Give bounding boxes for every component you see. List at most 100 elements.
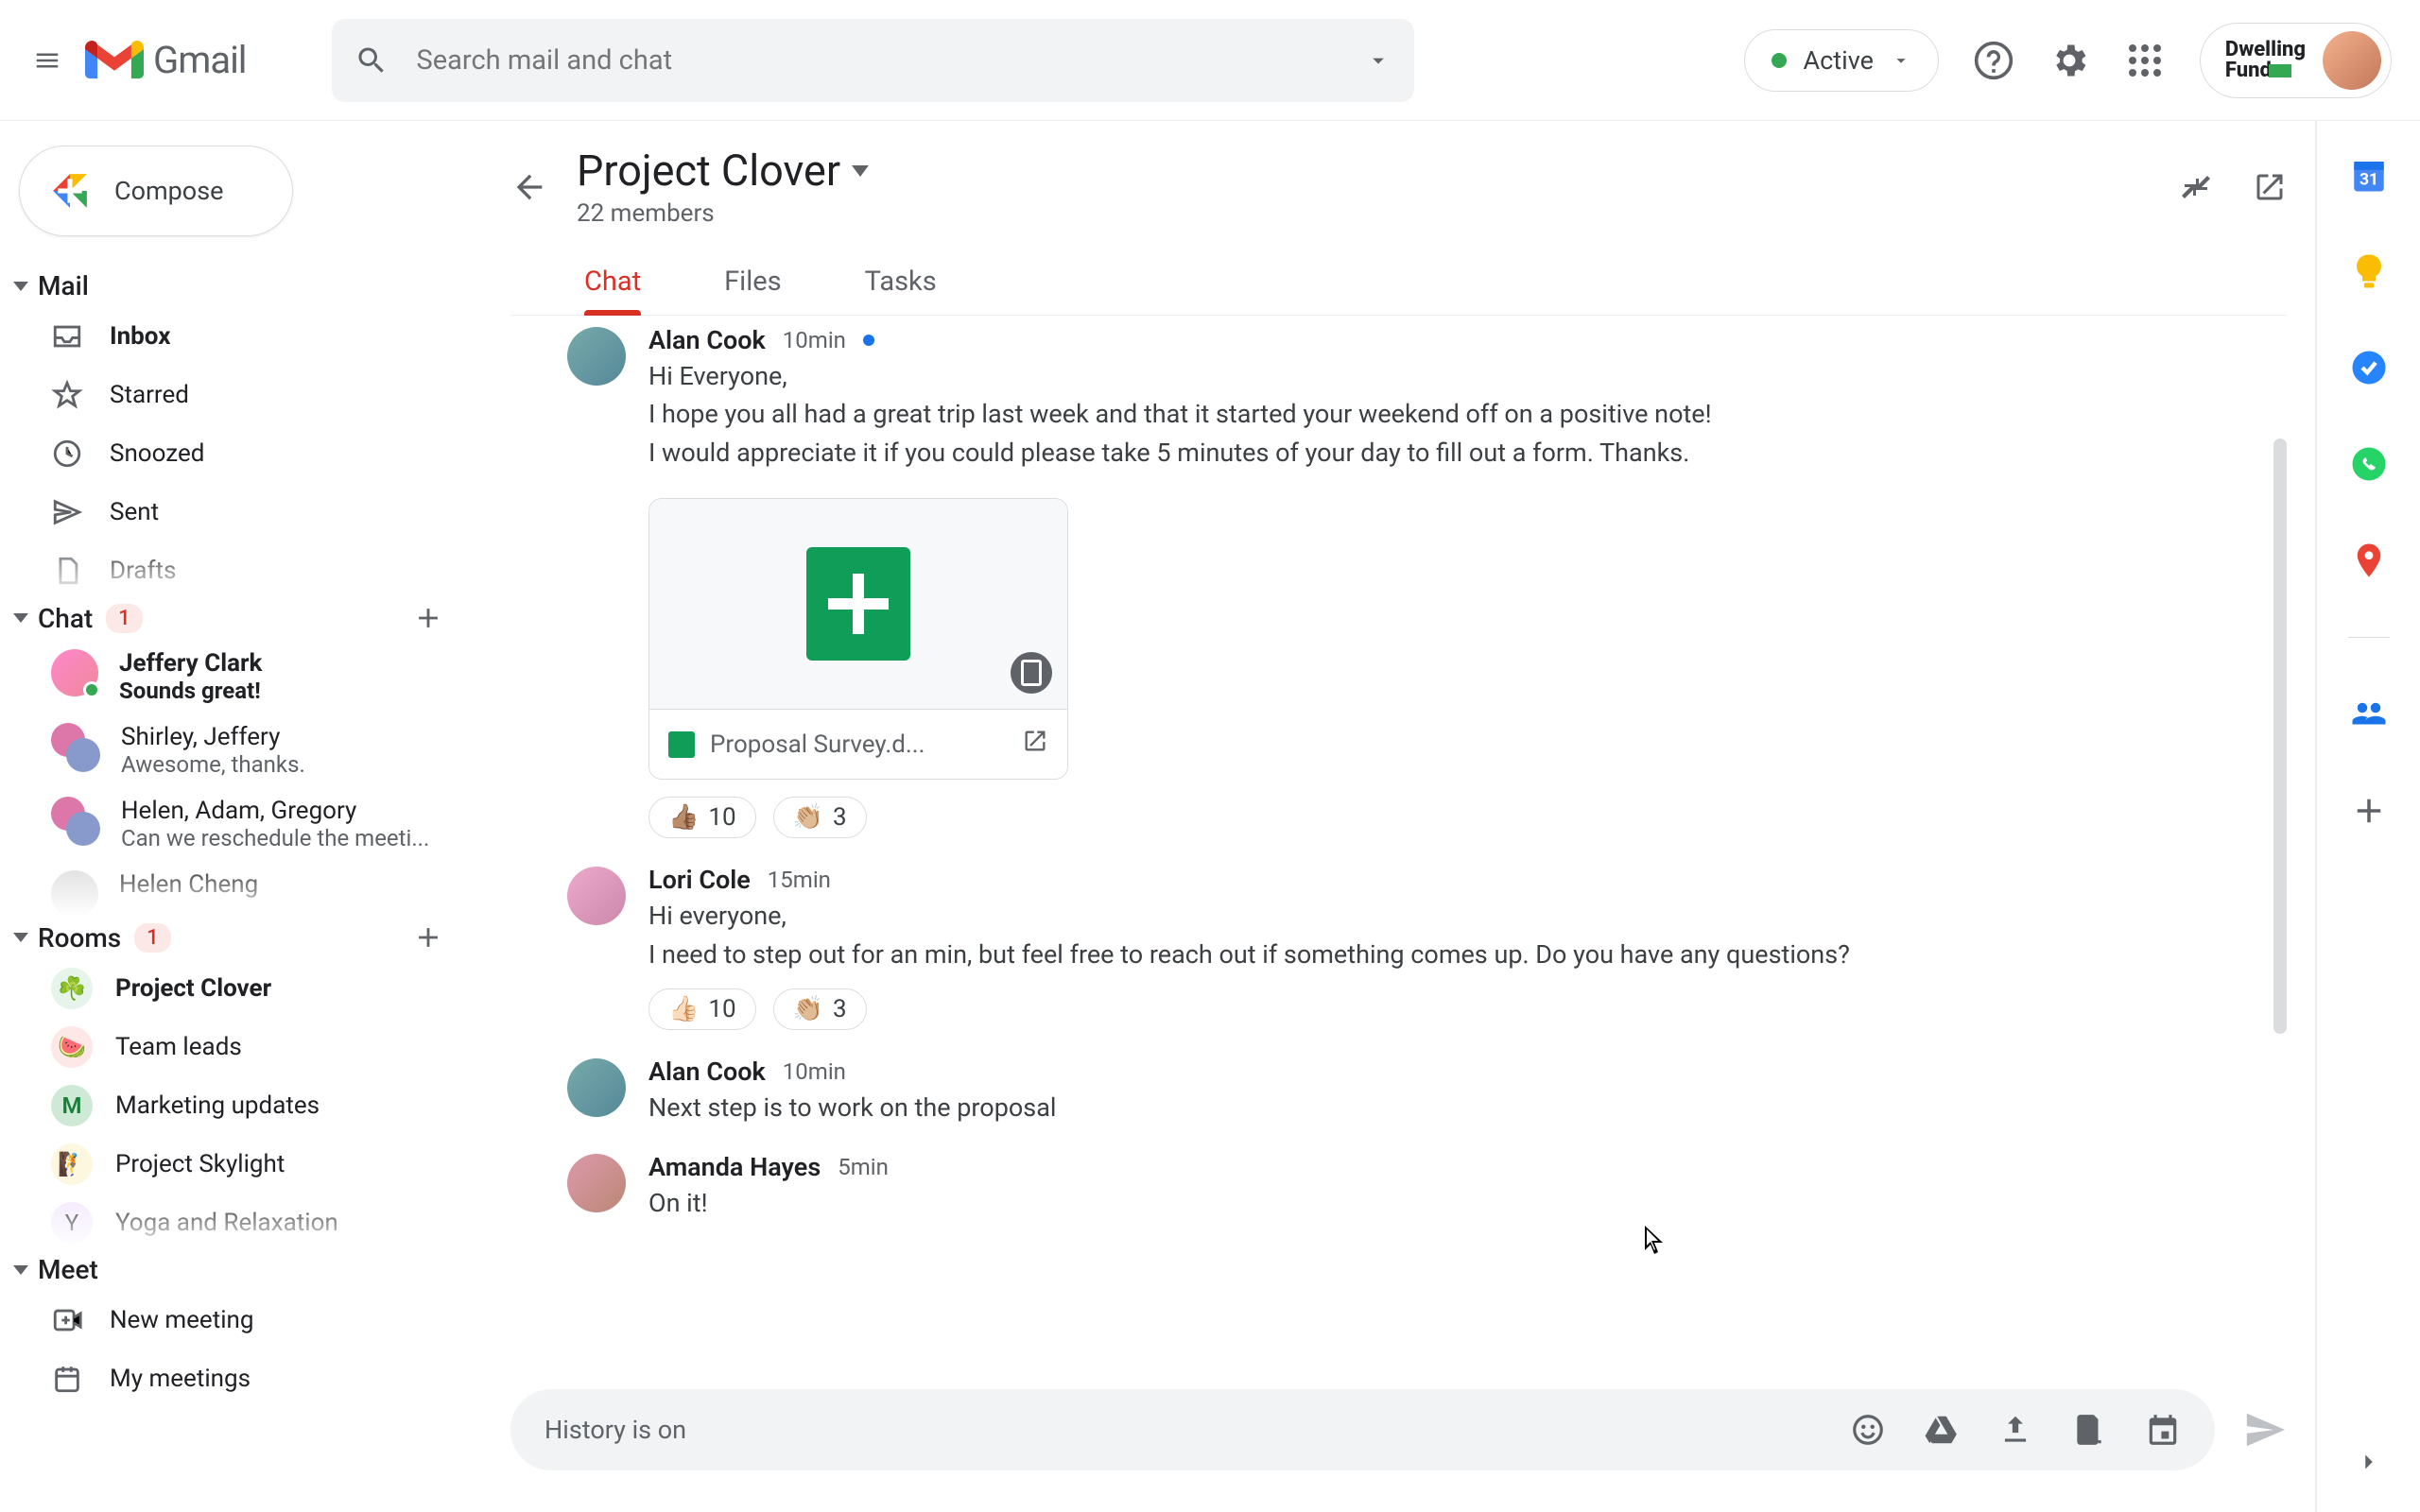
composer-hint: History is on (544, 1415, 686, 1445)
message-text: I hope you all had a great trip last wee… (648, 397, 2287, 431)
chat-item[interactable]: Helen, Adam, GregoryCan we reschedule th… (13, 787, 473, 861)
open-new-window-icon[interactable] (2253, 170, 2287, 204)
author-avatar[interactable] (567, 1058, 626, 1117)
rail-tasks[interactable] (2349, 348, 2389, 387)
message-text: Hi Everyone, (648, 359, 2287, 393)
compose-plus-icon (48, 169, 92, 213)
gmail-icon (85, 38, 144, 83)
gear-icon (2048, 40, 2090, 81)
chat-item-fade: Helen Cheng (13, 861, 473, 918)
message-text: On it! (648, 1186, 2287, 1220)
chevron-right-icon (2355, 1448, 2383, 1476)
rail-collapse[interactable] (2355, 1448, 2383, 1480)
attachment-card[interactable]: Proposal Survey.d... (648, 498, 1068, 780)
section-mail-header[interactable]: Mail (13, 270, 473, 307)
emoji-icon[interactable] (1850, 1412, 1886, 1448)
company-line2: Fund (2225, 60, 2272, 81)
message: Amanda Hayes 5min On it! (567, 1152, 2287, 1220)
room-title[interactable]: Project Clover (577, 146, 869, 196)
calendar-icon (51, 1363, 83, 1395)
company-accent-icon (2269, 64, 2291, 77)
meet-new-meeting[interactable]: New meeting (13, 1291, 473, 1349)
sidebar: Compose Mail InboxStarredSnoozedSent Dra… (0, 121, 473, 1512)
meet-my-meetings[interactable]: My meetings (13, 1349, 473, 1408)
compose-button[interactable]: Compose (19, 146, 293, 236)
nav-inbox[interactable]: Inbox (13, 307, 473, 366)
room-item-fade: YYoga and Relaxation (13, 1194, 473, 1250)
rail-maps[interactable] (2349, 541, 2389, 580)
new-indicator-icon (863, 335, 874, 346)
message-composer[interactable]: History is on (510, 1389, 2215, 1470)
tab-chat[interactable]: Chat (584, 256, 641, 315)
author-avatar[interactable] (567, 867, 626, 925)
send-icon (51, 496, 83, 528)
author-name: Amanda Hayes (648, 1152, 821, 1182)
gmail-logo[interactable]: Gmail (85, 38, 247, 83)
account-avatar[interactable] (2323, 31, 2381, 90)
keep-icon (2349, 251, 2389, 291)
chevron-down-icon (852, 165, 869, 177)
chat-item[interactable]: Shirley, JefferyAwesome, thanks. (13, 713, 473, 787)
room-emoji-icon: 🧗 (51, 1143, 93, 1185)
room-item[interactable]: 🍉Team leads (13, 1018, 473, 1076)
room-subtitle: 22 members (577, 199, 869, 228)
hamburger-menu[interactable] (28, 42, 66, 79)
rail-add[interactable] (2349, 791, 2389, 831)
room-item[interactable]: MMarketing updates (13, 1076, 473, 1135)
tab-files[interactable]: Files (724, 256, 781, 315)
settings-button[interactable] (2048, 40, 2090, 81)
rail-people[interactable] (2349, 695, 2389, 734)
nav-snoozed[interactable]: Snoozed (13, 424, 473, 483)
account-chip[interactable]: Dwelling Fund (2200, 23, 2392, 98)
section-chat-header[interactable]: Chat1 (13, 602, 473, 640)
reaction-chip[interactable]: 👍🏻10 (648, 988, 756, 1030)
svg-text:31: 31 (2359, 171, 2377, 190)
reaction-chip[interactable]: 👍🏽10 (648, 797, 756, 838)
open-attachment[interactable] (1022, 728, 1048, 761)
collapse-icon (13, 282, 28, 291)
upload-icon[interactable] (1997, 1412, 2033, 1448)
room-item[interactable]: ☘️Project Clover (13, 959, 473, 1018)
section-meet-header[interactable]: Meet (13, 1254, 473, 1291)
plus-icon (2349, 791, 2389, 831)
reactions: 👍🏻10 👏🏼3 (648, 988, 2287, 1030)
clock-icon (51, 438, 83, 470)
collapse-icon (13, 1265, 28, 1275)
message: Alan Cook10minNext step is to work on th… (567, 1057, 2287, 1125)
help-button[interactable] (1973, 40, 2014, 81)
send-button[interactable] (2243, 1408, 2287, 1452)
collapse-icon[interactable] (2179, 170, 2213, 204)
rail-calendar[interactable]: 31 (2349, 155, 2389, 195)
new-chat-icon[interactable] (412, 602, 444, 634)
author-avatar[interactable] (567, 1154, 626, 1212)
scrollbar-thumb[interactable] (2273, 438, 2287, 1034)
open-new-icon (1022, 728, 1048, 754)
reaction-chip[interactable]: 👏🏼3 (773, 797, 867, 838)
nav-drafts-fade: Drafts (13, 541, 473, 598)
new-room-icon[interactable] (412, 921, 444, 954)
tab-tasks[interactable]: Tasks (865, 256, 937, 315)
status-chip[interactable]: Active (1744, 29, 1939, 92)
collapse-icon (13, 613, 28, 623)
search-bar[interactable] (332, 19, 1414, 102)
search-input[interactable] (417, 44, 1365, 77)
message-time: 5min (838, 1154, 889, 1180)
message-list[interactable]: Alan Cook10minHi Everyone,I hope you all… (510, 316, 2287, 1370)
back-button[interactable] (510, 168, 548, 206)
reaction-chip[interactable]: 👏🏼3 (773, 988, 867, 1030)
nav-sent[interactable]: Sent (13, 483, 473, 541)
google-apps-button[interactable] (2124, 40, 2166, 81)
nav-starred[interactable]: Starred (13, 366, 473, 424)
author-avatar[interactable] (567, 327, 626, 386)
message-text: I would appreciate it if you could pleas… (648, 436, 2287, 470)
rail-contacts[interactable] (2349, 444, 2389, 484)
doc-icon[interactable] (2071, 1412, 2107, 1448)
room-item[interactable]: 🧗Project Skylight (13, 1135, 473, 1194)
calendar-icon[interactable] (2145, 1412, 2181, 1448)
rail-keep[interactable] (2349, 251, 2389, 291)
section-rooms-header[interactable]: Rooms1 (13, 921, 473, 959)
drive-icon[interactable] (1924, 1412, 1960, 1448)
presence-dot-icon (1772, 53, 1787, 68)
chat-item[interactable]: Jeffery ClarkSounds great! (13, 640, 473, 713)
search-options-icon[interactable] (1365, 47, 1392, 74)
